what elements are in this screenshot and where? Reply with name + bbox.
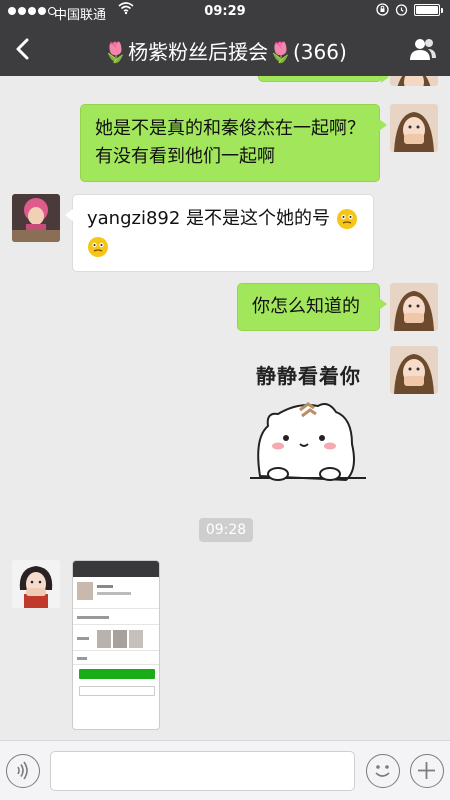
message-text: 你怎么知道的 [252, 296, 360, 317]
message-text: 她是不是真的和秦俊杰在一起啊？有没有看到他们一起啊 [95, 118, 365, 167]
chevron-left-icon[interactable] [8, 32, 38, 66]
avatar-me[interactable] [390, 104, 438, 152]
avatar-me[interactable] [390, 283, 438, 331]
screenshot-text-line [97, 592, 131, 595]
screenshot-row [73, 653, 159, 665]
sticker-message[interactable]: 静静看着你 [248, 352, 368, 482]
screenshot-thumb [129, 630, 143, 648]
screenshot-white-button [79, 686, 155, 696]
status-bar: 中国联通 09:29 [0, 0, 450, 24]
emoji-sticker-icon [88, 237, 108, 257]
top-bar: 中国联通 09:29 🌷杨紫粉丝后援会🌷(366) [0, 0, 450, 76]
message-input[interactable] [50, 751, 355, 791]
screenshot-text-line [77, 616, 109, 619]
screenshot-avatar [77, 582, 93, 600]
screenshot-text-line [97, 585, 113, 588]
smiley-icon[interactable] [366, 754, 400, 788]
cat-sticker-image [250, 402, 366, 482]
screenshot-nav-bar [73, 561, 159, 577]
avatar-other[interactable] [12, 194, 60, 242]
avatar-me[interactable] [390, 346, 438, 394]
screenshot-thumb [97, 630, 111, 648]
screenshot-row [73, 611, 159, 625]
screenshot-profile-row [73, 577, 159, 609]
chat-area[interactable]: 她是不是真的和秦俊杰在一起啊？有没有看到他们一起啊 yangzi892 是不是这… [0, 76, 450, 740]
image-message-screenshot[interactable] [72, 560, 160, 730]
rotation-lock-icon [376, 3, 389, 16]
alarm-icon [395, 4, 408, 16]
emoji-sticker-icon [336, 209, 357, 229]
screenshot-text-line [77, 637, 89, 640]
battery-fill [416, 5, 438, 14]
voice-icon[interactable] [6, 754, 40, 788]
screenshot-green-button [79, 669, 155, 679]
avatar-me[interactable] [390, 76, 438, 86]
sticker-caption: 静静看着你 [256, 364, 361, 388]
nav-bar: 🌷杨紫粉丝后援会🌷(366) [0, 24, 450, 76]
screenshot-text-line [77, 657, 87, 660]
plus-icon[interactable] [410, 754, 444, 788]
people-icon[interactable] [408, 36, 438, 62]
screenshot-album-row [73, 627, 159, 651]
input-bar [0, 740, 450, 800]
message-bubble-partial[interactable] [258, 76, 389, 83]
chat-title: 🌷杨紫粉丝后援会🌷(366) [103, 40, 347, 64]
message-timestamp: 09:28 [199, 518, 253, 542]
screenshot-thumb [113, 630, 127, 648]
message-bubble-in[interactable]: yangzi892 是不是这个她的号 [65, 194, 374, 272]
avatar-other[interactable] [12, 560, 60, 608]
message-bubble-out[interactable]: 你怎么知道的 [237, 283, 387, 331]
message-text: yangzi892 是不是这个她的号 [87, 208, 331, 229]
battery-icon [414, 3, 443, 16]
message-bubble-out[interactable]: 她是不是真的和秦俊杰在一起啊？有没有看到他们一起啊 [80, 104, 387, 182]
